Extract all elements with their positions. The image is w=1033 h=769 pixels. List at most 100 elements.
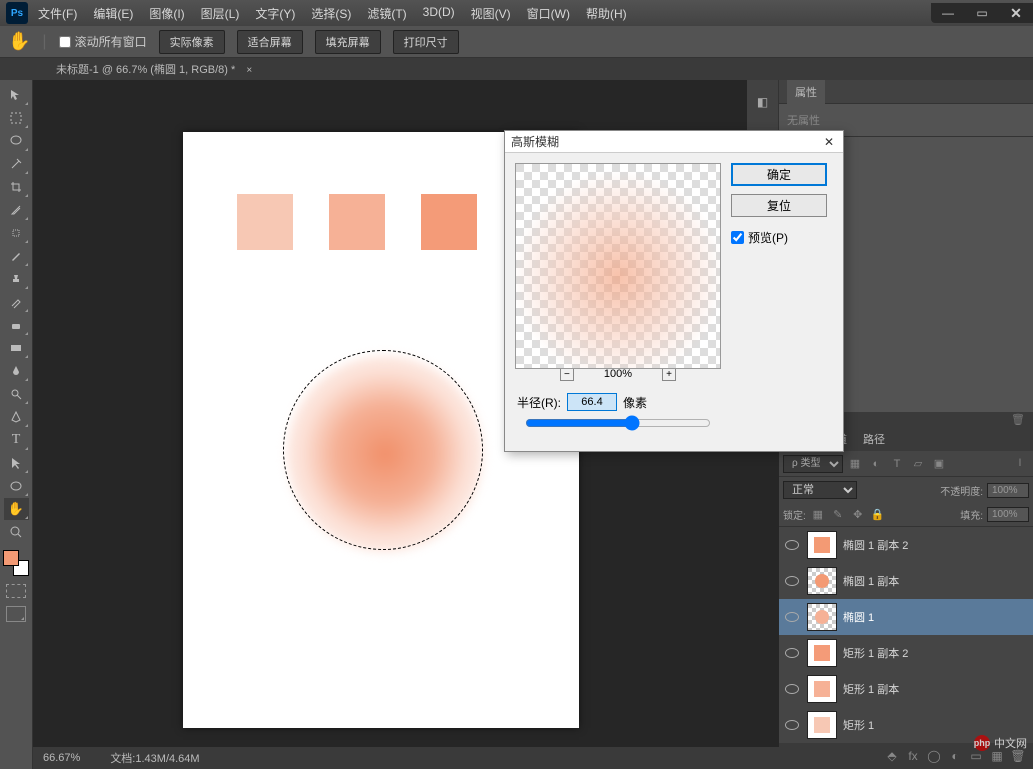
trash-icon[interactable]: 🗑 xyxy=(1011,413,1025,426)
foreground-color-swatch[interactable] xyxy=(3,550,19,566)
shape-tool[interactable] xyxy=(4,475,29,497)
quick-mask-toggle[interactable] xyxy=(6,584,26,598)
visibility-toggle[interactable] xyxy=(783,572,801,590)
actual-pixels-button[interactable]: 实际像素 xyxy=(159,30,225,54)
layer-thumbnail[interactable] xyxy=(807,711,837,739)
history-brush-tool[interactable] xyxy=(4,291,29,313)
menu-edit[interactable]: 编辑(E) xyxy=(87,3,139,24)
dialog-title-bar[interactable]: 高斯模糊 ✕ xyxy=(505,131,843,153)
filter-adjustment-icon[interactable]: ◐ xyxy=(867,455,885,473)
brush-tool[interactable] xyxy=(4,245,29,267)
print-size-button[interactable]: 打印尺寸 xyxy=(393,30,459,54)
layer-filter-select[interactable]: ρ 类型 xyxy=(783,455,843,473)
menu-window[interactable]: 窗口(W) xyxy=(521,3,576,24)
menu-layer[interactable]: 图层(L) xyxy=(195,3,246,24)
dialog-close-button[interactable]: ✕ xyxy=(821,134,837,150)
menu-file[interactable]: 文件(F) xyxy=(32,3,83,24)
crop-tool[interactable] xyxy=(4,176,29,198)
properties-tab[interactable]: 属性 xyxy=(787,80,825,104)
preview-checkbox[interactable]: 预览(P) xyxy=(731,229,827,246)
visibility-toggle[interactable] xyxy=(783,716,801,734)
screen-mode-toggle[interactable] xyxy=(6,606,26,622)
opacity-value[interactable]: 100% xyxy=(987,483,1029,498)
document-tab[interactable]: 未标题-1 @ 66.7% (椭圆 1, RGB/8) * × xyxy=(48,58,260,80)
gradient-tool[interactable] xyxy=(4,337,29,359)
visibility-toggle[interactable] xyxy=(783,644,801,662)
close-button[interactable]: ✕ xyxy=(999,3,1033,23)
menu-select[interactable]: 选择(S) xyxy=(305,3,357,24)
path-selection-tool[interactable] xyxy=(4,452,29,474)
scroll-all-checkbox[interactable]: 滚动所有窗口 xyxy=(59,33,147,50)
lock-all-icon[interactable]: 🔒 xyxy=(870,508,886,521)
magic-wand-tool[interactable] xyxy=(4,153,29,175)
filter-toggle[interactable]: ⏽ xyxy=(1011,455,1029,473)
layer-fx-icon[interactable]: fx xyxy=(904,747,922,765)
dialog-preview[interactable] xyxy=(515,163,721,369)
layer-thumbnail[interactable] xyxy=(807,531,837,559)
type-tool[interactable]: T xyxy=(4,429,29,451)
blur-tool[interactable] xyxy=(4,360,29,382)
document-size-display[interactable]: 文档:1.43M/4.64M xyxy=(110,750,199,766)
menu-view[interactable]: 视图(V) xyxy=(465,3,517,24)
menu-filter[interactable]: 滤镜(T) xyxy=(361,3,412,24)
fit-screen-button[interactable]: 适合屏幕 xyxy=(237,30,303,54)
adjustment-layer-icon[interactable]: ◐ xyxy=(946,747,964,765)
layer-thumbnail[interactable] xyxy=(807,603,837,631)
lock-transparency-icon[interactable]: ▦ xyxy=(810,508,826,521)
fill-value[interactable]: 100% xyxy=(987,507,1029,522)
layer-row[interactable]: 椭圆 1 副本 2 xyxy=(779,527,1033,563)
tab-paths[interactable]: 路径 xyxy=(855,427,893,451)
radius-slider[interactable] xyxy=(525,415,711,431)
marquee-tool[interactable] xyxy=(4,107,29,129)
pen-tool[interactable] xyxy=(4,406,29,428)
layer-row[interactable]: 椭圆 1 副本 xyxy=(779,563,1033,599)
dodge-tool[interactable] xyxy=(4,383,29,405)
blend-mode-select[interactable]: 正常 xyxy=(783,481,857,499)
layer-thumbnail[interactable] xyxy=(807,675,837,703)
layer-mask-icon[interactable]: ◯ xyxy=(925,747,943,765)
color-swatches[interactable] xyxy=(3,550,29,576)
close-icon[interactable]: × xyxy=(246,65,252,76)
zoom-display[interactable]: 66.67% xyxy=(43,752,80,764)
move-tool[interactable] xyxy=(4,84,29,106)
blend-mode-bar: 正常 不透明度: 100% xyxy=(779,477,1033,503)
lock-position-icon[interactable]: ✥ xyxy=(850,508,866,521)
filter-shape-icon[interactable]: ▱ xyxy=(909,455,927,473)
lock-pixels-icon[interactable]: ✎ xyxy=(830,508,846,521)
menu-help[interactable]: 帮助(H) xyxy=(580,3,633,24)
gaussian-blur-dialog[interactable]: 高斯模糊 ✕ − 100% + 半径(R): 像素 确定 复位 xyxy=(504,130,844,452)
properties-panel-header[interactable]: 属性 xyxy=(779,80,1033,104)
ok-button[interactable]: 确定 xyxy=(731,163,827,186)
layer-row[interactable]: 矩形 1 副本 2 xyxy=(779,635,1033,671)
filter-type-icon[interactable]: T xyxy=(888,455,906,473)
stamp-tool[interactable] xyxy=(4,268,29,290)
visibility-toggle[interactable] xyxy=(783,608,801,626)
menu-image[interactable]: 图像(I) xyxy=(143,3,190,24)
menu-type[interactable]: 文字(Y) xyxy=(249,3,301,24)
eyedropper-tool[interactable] xyxy=(4,199,29,221)
layer-thumbnail[interactable] xyxy=(807,639,837,667)
zoom-out-button[interactable]: − xyxy=(560,367,574,381)
minimize-button[interactable]: ― xyxy=(931,3,965,23)
fill-screen-button[interactable]: 填充屏幕 xyxy=(315,30,381,54)
lasso-tool[interactable] xyxy=(4,130,29,152)
filter-smart-icon[interactable]: ▣ xyxy=(930,455,948,473)
layer-name: 椭圆 1 副本 xyxy=(843,573,1029,589)
menu-3d[interactable]: 3D(D) xyxy=(417,3,461,24)
zoom-tool[interactable] xyxy=(4,521,29,543)
reset-button[interactable]: 复位 xyxy=(731,194,827,217)
maximize-button[interactable]: ▭ xyxy=(965,3,999,23)
link-layers-icon[interactable]: ⬘ xyxy=(883,747,901,765)
visibility-toggle[interactable] xyxy=(783,536,801,554)
visibility-toggle[interactable] xyxy=(783,680,801,698)
healing-tool[interactable] xyxy=(4,222,29,244)
zoom-in-button[interactable]: + xyxy=(662,367,676,381)
hand-tool[interactable]: ✋ xyxy=(4,498,29,520)
filter-pixel-icon[interactable]: ▦ xyxy=(846,455,864,473)
layer-thumbnail[interactable] xyxy=(807,567,837,595)
layer-row[interactable]: 椭圆 1 xyxy=(779,599,1033,635)
layer-row[interactable]: 矩形 1 副本 xyxy=(779,671,1033,707)
collapsed-panel-icon[interactable]: ◧ xyxy=(751,90,775,114)
eraser-tool[interactable] xyxy=(4,314,29,336)
radius-input[interactable] xyxy=(567,393,617,411)
